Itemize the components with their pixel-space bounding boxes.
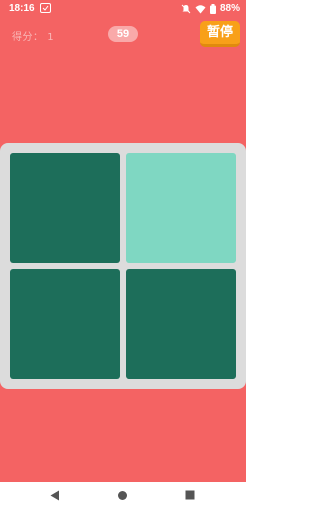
battery-percentage: 88% — [219, 3, 240, 14]
game-screen: 18:16 88% 得分： 1 59 暂停 — [0, 0, 246, 512]
score-display: 得分： 1 — [12, 28, 54, 43]
back-icon[interactable] — [50, 490, 60, 501]
status-bar: 18:16 88% — [0, 0, 246, 18]
tile-4[interactable] — [126, 269, 236, 379]
tile-2[interactable] — [126, 153, 236, 263]
status-time: 18:16 — [9, 3, 35, 14]
score-label: 得分： — [12, 32, 44, 43]
home-icon[interactable] — [117, 490, 128, 501]
recents-icon[interactable] — [185, 490, 195, 500]
score-value: 1 — [47, 32, 55, 43]
pause-button[interactable]: 暂停 — [200, 21, 240, 47]
status-icons: 88% — [181, 3, 240, 14]
mute-icon — [181, 4, 191, 13]
navigation-bar — [0, 482, 246, 512]
notification-icon — [40, 3, 51, 13]
battery-icon — [209, 3, 216, 14]
timer-badge: 59 — [108, 26, 138, 42]
game-board — [0, 143, 246, 389]
wifi-icon — [195, 4, 206, 13]
tile-1[interactable] — [10, 153, 120, 263]
tile-3[interactable] — [10, 269, 120, 379]
